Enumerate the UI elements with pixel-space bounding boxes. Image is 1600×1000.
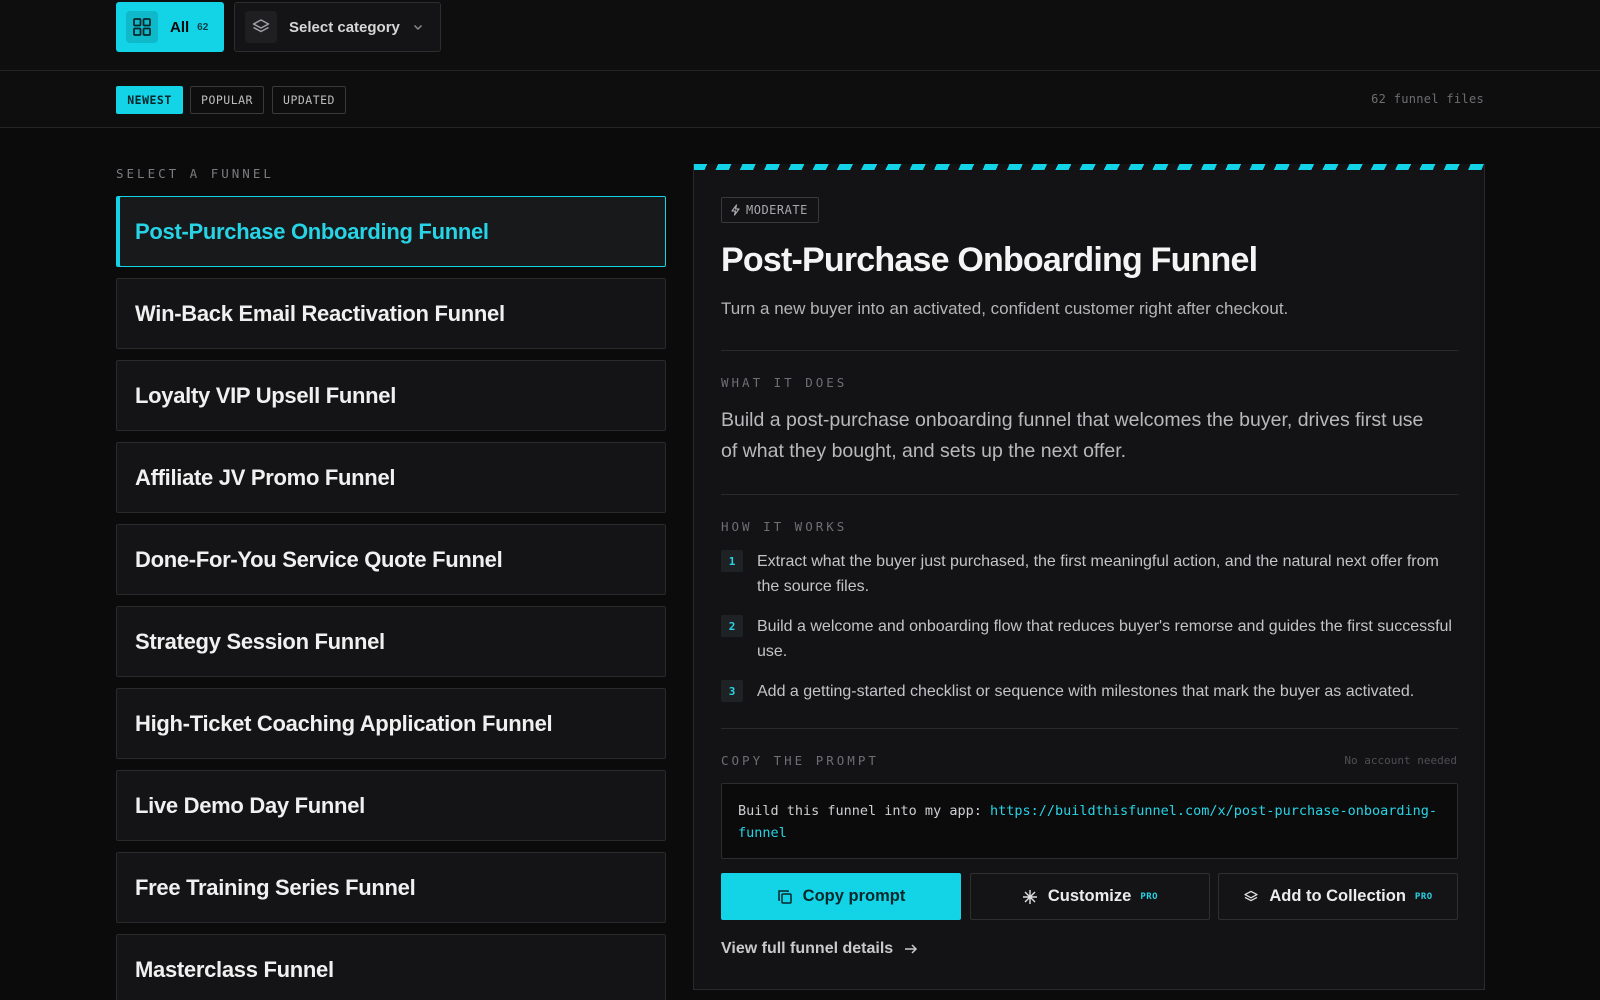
filter-bar: All 62 Select category bbox=[0, 0, 1600, 71]
add-to-collection-label: Add to Collection bbox=[1269, 887, 1406, 905]
all-filter-count: 62 bbox=[197, 21, 209, 33]
prompt-prefix: Build this funnel into my app: bbox=[738, 803, 990, 819]
divider bbox=[721, 494, 1458, 495]
what-it-does-text: Build a post-purchase onboarding funnel … bbox=[721, 409, 1424, 462]
category-select[interactable]: Select category bbox=[234, 2, 441, 52]
all-filter-label: All bbox=[170, 18, 190, 36]
add-to-collection-button[interactable]: Add to Collection PRO bbox=[1218, 873, 1458, 920]
file-count: 62 funnel files bbox=[1371, 92, 1484, 106]
funnel-list-item[interactable]: Live Demo Day Funnel bbox=[116, 770, 666, 841]
what-it-does-label: WHAT IT DOES bbox=[721, 375, 848, 390]
customize-label: Customize bbox=[1047, 887, 1132, 905]
copy-icon bbox=[777, 889, 803, 905]
view-details-link[interactable]: View full funnel details bbox=[721, 940, 918, 958]
step-item: 1 Extract what the buyer just purchased,… bbox=[721, 549, 1458, 599]
sparkle-icon bbox=[1022, 889, 1048, 905]
step-item: 2 Build a welcome and onboarding flow th… bbox=[721, 614, 1458, 664]
pro-tag: PRO bbox=[1140, 891, 1159, 902]
copy-prompt-button[interactable]: Copy prompt bbox=[721, 873, 961, 920]
all-filter-button[interactable]: All 62 bbox=[116, 2, 224, 52]
step-text: Build a welcome and onboarding flow that… bbox=[757, 618, 1452, 660]
funnel-list-item[interactable]: Done-For-You Service Quote Funnel bbox=[116, 524, 666, 595]
difficulty-label: MODERATE bbox=[746, 203, 808, 217]
funnel-list-item[interactable]: High-Ticket Coaching Application Funnel bbox=[116, 688, 666, 759]
funnel-detail-panel: MODERATE Post-Purchase Onboarding Funnel… bbox=[693, 164, 1485, 990]
funnel-title: Post-Purchase Onboarding Funnel bbox=[721, 241, 1258, 279]
layers-icon bbox=[1243, 889, 1269, 905]
difficulty-badge: MODERATE bbox=[721, 197, 819, 223]
funnel-list-item[interactable]: Strategy Session Funnel bbox=[116, 606, 666, 677]
layers-icon bbox=[245, 11, 277, 43]
funnel-list: Post-Purchase Onboarding Funnel Win-Back… bbox=[116, 196, 666, 1000]
copy-prompt-label: COPY THE PROMPT bbox=[721, 753, 879, 768]
funnel-subtitle: Turn a new buyer into an activated, conf… bbox=[721, 299, 1289, 318]
pro-tag: PRO bbox=[1414, 891, 1433, 902]
sort-newest-button[interactable]: NEWEST bbox=[116, 86, 183, 114]
funnel-list-item[interactable]: Post-Purchase Onboarding Funnel bbox=[116, 196, 666, 267]
sort-bar: NEWEST POPULAR UPDATED 62 funnel files bbox=[0, 71, 1600, 128]
sort-updated-button[interactable]: UPDATED bbox=[272, 86, 346, 114]
divider bbox=[721, 350, 1458, 351]
divider bbox=[721, 728, 1458, 729]
view-details-label: View full funnel details bbox=[721, 940, 894, 957]
lightning-icon bbox=[730, 204, 746, 216]
grid-icon bbox=[126, 11, 158, 43]
step-number: 2 bbox=[721, 615, 743, 637]
steps-list: 1 Extract what the buyer just purchased,… bbox=[721, 549, 1458, 719]
step-text: Extract what the buyer just purchased, t… bbox=[757, 553, 1439, 595]
funnel-list-item[interactable]: Loyalty VIP Upsell Funnel bbox=[116, 360, 666, 431]
step-number: 3 bbox=[721, 680, 743, 702]
funnel-list-item[interactable]: Win-Back Email Reactivation Funnel bbox=[116, 278, 666, 349]
step-number: 1 bbox=[721, 550, 743, 572]
prompt-text-box[interactable]: Build this funnel into my app: https://b… bbox=[721, 783, 1458, 859]
select-funnel-label: SELECT A FUNNEL bbox=[116, 166, 274, 181]
category-select-label: Select category bbox=[289, 18, 400, 36]
sort-popular-button[interactable]: POPULAR bbox=[190, 86, 264, 114]
how-it-works-label: HOW IT WORKS bbox=[721, 519, 848, 534]
no-account-note: No account needed bbox=[1344, 754, 1457, 767]
chevron-down-icon bbox=[412, 21, 424, 33]
customize-button[interactable]: Customize PRO bbox=[970, 873, 1210, 920]
accent-stripe bbox=[694, 164, 1484, 170]
funnel-list-item[interactable]: Masterclass Funnel bbox=[116, 934, 666, 1000]
copy-prompt-label: Copy prompt bbox=[802, 887, 906, 905]
arrow-right-icon bbox=[893, 943, 918, 955]
funnel-list-item[interactable]: Affiliate JV Promo Funnel bbox=[116, 442, 666, 513]
step-text: Add a getting-started checklist or seque… bbox=[757, 683, 1415, 700]
step-item: 3 Add a getting-started checklist or seq… bbox=[721, 679, 1458, 704]
funnel-list-item[interactable]: Free Training Series Funnel bbox=[116, 852, 666, 923]
